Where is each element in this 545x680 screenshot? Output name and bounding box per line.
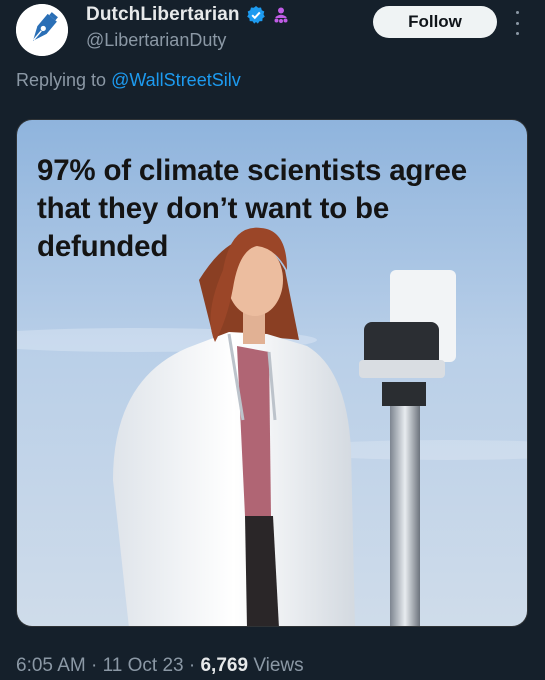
tweet-image[interactable]: 97% of climate scientists agree that the…: [16, 119, 528, 627]
post-time[interactable]: 6:05 AM: [16, 655, 86, 676]
avatar[interactable]: [16, 4, 68, 56]
author-handle[interactable]: @LibertarianDuty: [86, 30, 226, 51]
views-count[interactable]: 6,769: [200, 655, 248, 676]
views-label: Views: [253, 655, 304, 676]
affiliate-people-icon: [272, 6, 290, 24]
verified-badge-icon: [246, 5, 266, 25]
display-name[interactable]: DutchLibertarian: [86, 4, 240, 26]
tweet-header: DutchLibertarian @LibertarianDuty Follow: [0, 0, 545, 62]
reply-mention-link[interactable]: @WallStreetSilv: [111, 70, 241, 90]
author-name-row: DutchLibertarian: [86, 4, 290, 26]
post-date[interactable]: 11 Oct 23: [103, 655, 184, 676]
follow-button[interactable]: Follow: [373, 6, 497, 38]
meta-separator: ·: [188, 655, 196, 676]
meme-caption: 97% of climate scientists agree that the…: [37, 154, 467, 263]
meta-separator: ·: [91, 655, 98, 676]
replying-to-label: Replying to: [16, 70, 107, 90]
pen-nib-logo-icon: [16, 4, 68, 56]
more-vertical-icon[interactable]: [509, 11, 525, 35]
replying-to: Replying to @WallStreetSilv: [16, 70, 241, 91]
tweet-meta: 6:05 AM · 11 Oct 23 · 6,769 Views: [16, 655, 304, 677]
